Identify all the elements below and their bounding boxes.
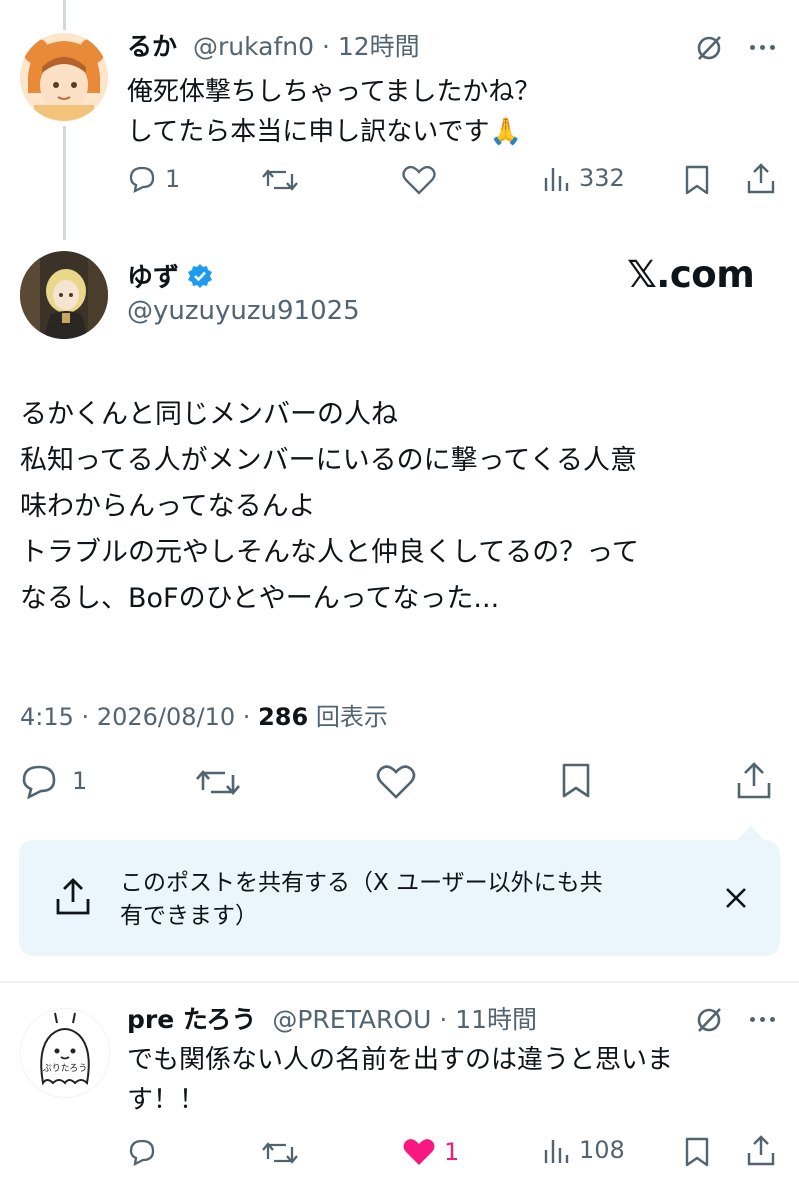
- reply1-text-line1: 俺死体撃ちしちゃってましたかね？: [127, 77, 541, 107]
- like-count: 1: [444, 1138, 460, 1166]
- dot-separator: ·: [321, 32, 330, 61]
- main-text-line: るかくんと同じメンバーの人ね: [20, 399, 398, 430]
- display-name[interactable]: pre たろう: [127, 1005, 256, 1034]
- repost-icon[interactable]: [195, 766, 241, 798]
- grok-icon[interactable]: [694, 1005, 724, 1035]
- heart-filled-icon: [402, 1137, 436, 1167]
- like-button[interactable]: [402, 165, 436, 195]
- dot-separator: ·: [242, 703, 251, 731]
- views-label: 回表示: [315, 703, 388, 731]
- bookmark-icon[interactable]: [684, 1137, 710, 1167]
- main-tweet-text: るかくんと同じメンバーの人ね 私知ってる人がメンバーにいるのに撃ってくる人意 味…: [20, 392, 639, 622]
- dot-separator: ·: [439, 1005, 448, 1034]
- like-button[interactable]: 1: [402, 1137, 459, 1167]
- reply1-header: るか @rukafn0 · 12時間: [127, 30, 420, 64]
- views-icon: [543, 164, 571, 192]
- timestamp[interactable]: 12時間: [338, 32, 420, 61]
- avatar-pretarou[interactable]: ぷりたろう: [20, 1008, 110, 1098]
- heart-icon[interactable]: [376, 764, 416, 800]
- heart-icon: [402, 165, 436, 195]
- share-icon[interactable]: [746, 163, 776, 195]
- bookmark-icon[interactable]: [561, 763, 591, 799]
- share-icon[interactable]: [736, 762, 772, 800]
- handle[interactable]: @PRETAROU: [272, 1005, 431, 1034]
- avatar-ruka[interactable]: [20, 33, 108, 121]
- banner-pointer: [736, 826, 766, 842]
- main-text-line: 私知ってる人がメンバーにいるのに撃ってくる人意: [20, 445, 637, 476]
- avatar-yuzu[interactable]: [20, 251, 108, 339]
- main-text-line: なるし、BoFのひとやーんってなった...: [20, 583, 500, 614]
- tweet-meta: 4:15 · 2026/08/10 · 286 回表示: [20, 697, 388, 732]
- verified-badge-icon: [187, 263, 213, 289]
- thread-line-bottom: [63, 126, 66, 240]
- handle[interactable]: @rukafn0: [193, 32, 314, 61]
- reply1-text: 俺死体撃ちしちゃってましたかね？ してたら本当に申し訳ないです🙏: [127, 72, 540, 152]
- share-icon: [55, 878, 91, 916]
- more-icon[interactable]: [750, 1017, 775, 1022]
- main-text-line: 味わからんってなるんよ: [20, 491, 316, 522]
- reply2-text: でも関係ない人の名前を出すのは違うと思いま す！！: [127, 1040, 673, 1120]
- reply-button[interactable]: 1: [127, 164, 180, 194]
- grok-icon[interactable]: [694, 33, 724, 63]
- reply2-text-line1: でも関係ない人の名前を出すのは違うと思いま: [127, 1045, 674, 1075]
- share-banner-text[interactable]: このポストを共有する（X ユーザー以外にも共 有できます）: [120, 867, 700, 933]
- repost-icon: [262, 166, 298, 194]
- view-count: 286: [258, 703, 309, 731]
- reply-button[interactable]: 1: [20, 763, 87, 799]
- thread-line-top: [63, 0, 66, 30]
- reply1-text-line2: してたら本当に申し訳ないです🙏: [127, 117, 522, 147]
- repost-button[interactable]: [262, 166, 298, 194]
- main-text-line: トラブルの元やしそんな人と仲良くしてるの？って: [20, 537, 639, 568]
- reply-icon: [20, 763, 58, 799]
- views-count: 108: [579, 1136, 625, 1164]
- bookmark-icon[interactable]: [684, 165, 710, 195]
- views-count: 332: [579, 164, 625, 192]
- close-icon[interactable]: [724, 886, 748, 910]
- dot-separator: ·: [81, 703, 90, 731]
- views-button[interactable]: 332: [543, 164, 625, 192]
- tweet-time[interactable]: 4:15: [20, 703, 74, 731]
- share-banner-line2: 有できます）: [120, 903, 258, 929]
- more-icon[interactable]: [750, 45, 775, 50]
- reply2-header: pre たろう @PRETAROU · 11時間: [127, 1003, 537, 1037]
- display-name[interactable]: るか: [127, 32, 177, 61]
- timestamp[interactable]: 11時間: [455, 1005, 537, 1034]
- x-com-watermark: 𝕏.com: [627, 253, 755, 296]
- svg-text:ぷりたろう: ぷりたろう: [43, 1063, 87, 1074]
- reply-icon[interactable]: [127, 1137, 157, 1167]
- views-icon: [543, 1136, 571, 1164]
- handle[interactable]: @yuzuyuzu91025: [127, 296, 360, 326]
- reply-icon: [127, 164, 157, 194]
- divider: [0, 981, 799, 983]
- reply-count: 1: [72, 767, 88, 795]
- reply2-text-line2: す！！: [127, 1085, 206, 1115]
- share-banner-line1: このポストを共有する（X ユーザー以外にも共: [120, 870, 603, 896]
- tweet-date[interactable]: 2026/08/10: [97, 703, 235, 731]
- views-button[interactable]: 108: [543, 1136, 625, 1164]
- reply-count: 1: [165, 165, 181, 193]
- repost-icon[interactable]: [262, 1139, 298, 1167]
- share-icon[interactable]: [746, 1135, 776, 1167]
- display-name[interactable]: ゆず: [127, 257, 179, 294]
- main-display-name-row: ゆず: [127, 257, 213, 294]
